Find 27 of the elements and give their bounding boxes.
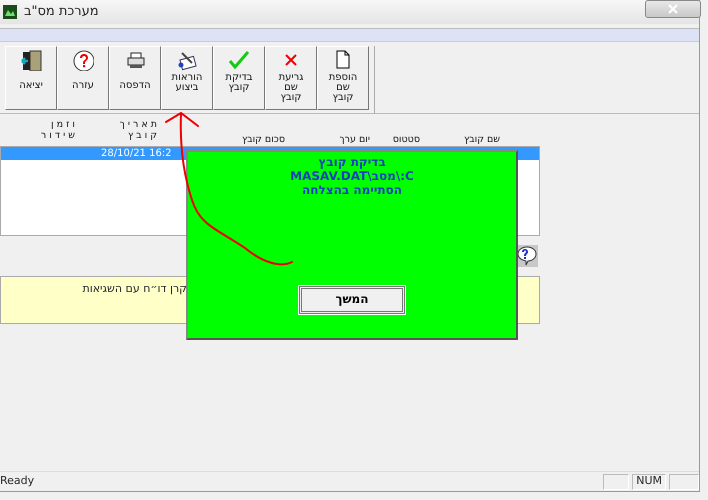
- toolbar-button[interactable]: הוראות ביצוע: [161, 46, 213, 110]
- dialog-message: C:\מסב\MASAV.DAT: [290, 170, 414, 184]
- dialog-title: בדיקת קובץ: [318, 156, 386, 170]
- column-header: ו ז מ ן ש י ד ו ר: [40, 120, 75, 144]
- continue-button[interactable]: המשך: [299, 286, 405, 314]
- help-bubble-icon[interactable]: [516, 245, 538, 267]
- toolbar-button[interactable]: עזרה: [57, 46, 109, 110]
- checkmark-icon: [228, 49, 250, 71]
- status-indicator: NUM: [632, 474, 666, 490]
- window-title: מערכת מס"ב: [24, 3, 99, 22]
- close-icon: [668, 4, 678, 14]
- date-time-cell-text: 28/10/21 16:2: [101, 147, 172, 161]
- help-icon: [72, 49, 94, 71]
- status-panel: [669, 474, 699, 490]
- app-icon: [2, 4, 18, 20]
- toolbar-button[interactable]: הדפסה: [109, 46, 161, 110]
- status-panel: [603, 474, 630, 490]
- column-header: ת א ר י ך ק ו ב ץ: [118, 120, 157, 144]
- toolbar-button[interactable]: גריעת שם קובץ: [265, 46, 317, 110]
- toolbar-button[interactable]: הוספת שם קובץ: [317, 46, 369, 110]
- status-text: Ready: [0, 473, 34, 490]
- toolbar-button[interactable]: בדיקת קובץ: [213, 46, 265, 110]
- close-button[interactable]: [645, 0, 701, 18]
- dialog-message: הסתיימה בהצלחה: [302, 184, 402, 198]
- toolbar-button[interactable]: יציאה: [5, 46, 57, 110]
- error-report-text: קרן דו״ח עם השגיאות: [81, 281, 187, 297]
- door-arrow-icon: [20, 49, 42, 71]
